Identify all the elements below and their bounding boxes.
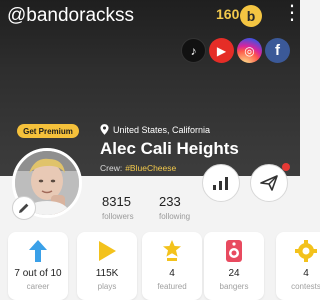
coin-balance: 160 [216,6,240,22]
bar-chart-icon [213,177,228,190]
bangers-label: bangers [219,282,249,291]
contests-value: 4 [303,268,309,279]
username: @bandorackss [7,5,135,26]
tiktok-icon[interactable]: ♪ [181,38,206,63]
career-label: career [26,282,50,291]
location-pin-icon [100,124,109,135]
star-trophy-icon [142,238,202,264]
followers-label: followers [102,212,134,221]
career-value: 7 out of 10 [14,268,62,279]
location: United States, California [100,124,210,135]
youtube-icon[interactable]: ▶ [209,38,234,63]
notification-dot [282,163,290,171]
gear-badge-icon [276,238,320,264]
following-label: following [159,212,191,221]
edit-profile-button[interactable] [12,196,36,220]
plays-card[interactable]: 115K plays [77,232,137,300]
crew-label: Crew: [100,163,123,173]
crew-link[interactable]: #BlueCheese [125,163,176,173]
contests-label: contests [291,282,320,291]
plays-value: 115K [95,268,119,279]
featured-card[interactable]: 4 featured [142,232,202,300]
stats-button[interactable] [202,164,240,202]
speaker-icon [204,238,264,264]
following-count[interactable]: 233 [159,194,181,209]
followers-count[interactable]: 8315 [102,194,131,209]
play-icon [77,238,137,264]
bangers-value: 24 [228,268,240,279]
display-name: Alec Cali Heights [100,139,239,158]
plays-label: plays [97,282,117,291]
send-icon [260,175,278,191]
contests-card[interactable]: 4 contests [276,232,320,300]
more-menu-button[interactable]: ⋮ [282,2,302,24]
bangers-card[interactable]: 24 bangers [204,232,264,300]
coin-icon[interactable]: b [240,5,262,27]
facebook-icon[interactable]: f [265,38,290,63]
featured-value: 4 [169,268,175,279]
featured-label: featured [157,282,187,291]
pencil-icon [19,203,29,213]
arrow-up-icon [8,238,68,264]
location-text: United States, California [113,124,211,135]
career-card[interactable]: 7 out of 10 career [8,232,68,300]
get-premium-button[interactable]: Get Premium [17,124,79,138]
crew: Crew: #BlueCheese [100,163,176,173]
instagram-icon[interactable]: ◎ [237,38,262,63]
